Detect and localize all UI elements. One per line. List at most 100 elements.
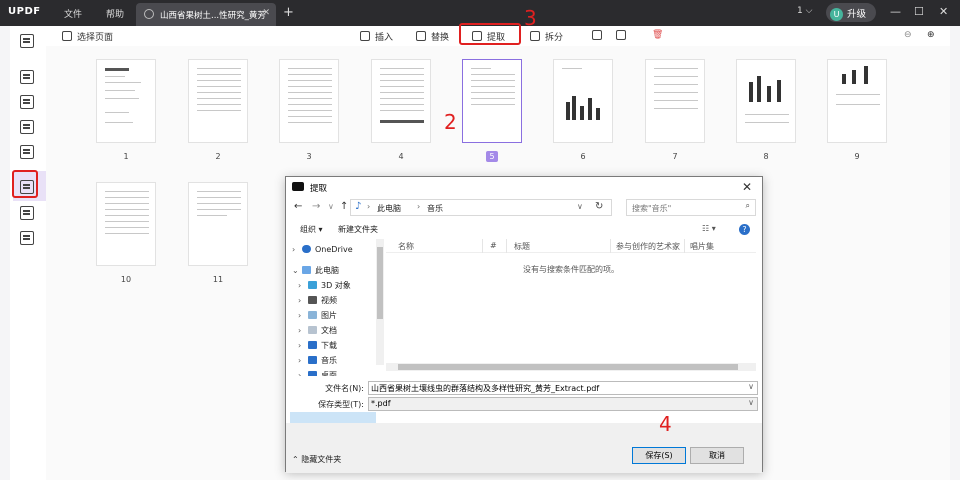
filetype-row: 保存类型(T): *.pdf ∨	[286, 397, 762, 411]
page-thumbnail-4[interactable]	[371, 59, 431, 143]
page-thumbnail-6[interactable]	[553, 59, 613, 143]
zoom-out-icon[interactable]: ⊖	[904, 30, 912, 40]
organize-menu[interactable]: 组织 ▾	[300, 224, 323, 235]
page-thumbnail-7[interactable]	[645, 59, 705, 143]
close-window-icon[interactable]: ✕	[939, 5, 948, 18]
close-icon[interactable]: ✕	[742, 180, 752, 194]
tree-item-documents[interactable]: › 文档	[298, 325, 337, 336]
avatar: U	[830, 8, 843, 21]
page-label-6: 6	[580, 152, 586, 161]
chevron-down-icon: ⌵	[805, 6, 813, 16]
menu-help[interactable]: 帮助	[106, 7, 124, 20]
reader-icon[interactable]	[20, 34, 34, 48]
tree-scrollbar[interactable]	[376, 239, 384, 365]
refresh-icon[interactable]: ↻	[595, 201, 603, 212]
chevron-down-icon: ∨	[748, 382, 754, 391]
column-album[interactable]: 唱片集	[690, 241, 714, 252]
upgrade-button[interactable]: U 升级	[826, 3, 876, 22]
cloud-icon	[144, 9, 154, 19]
music-icon	[308, 356, 317, 364]
tree-item-this-pc[interactable]: ⌄ 此电脑	[292, 265, 339, 276]
add-tab-icon[interactable]: +	[283, 5, 294, 20]
breadcrumb-music[interactable]: 音乐	[427, 203, 443, 214]
insert-button[interactable]: 插入	[360, 30, 393, 43]
filename-field[interactable]: 山西省果树土壤线虫的群落结构及多样性研究_黄芳_Extract.pdf ∨	[368, 381, 758, 395]
app-icon	[292, 182, 304, 191]
filetype-label: 保存类型(T):	[318, 400, 364, 409]
video-icon	[308, 296, 317, 304]
breadcrumb-this-pc[interactable]: 此电脑	[377, 203, 401, 214]
tree-item-videos[interactable]: › 视频	[298, 295, 337, 306]
sign-icon[interactable]	[20, 145, 34, 159]
zoom-in-icon[interactable]: ⊕	[927, 30, 935, 40]
search-input[interactable]: 搜索"音乐" ⌕	[626, 199, 756, 216]
recent-dropdown-icon[interactable]: ∨	[328, 202, 334, 211]
chevron-up-icon: ⌃	[292, 455, 299, 464]
tree-item-music[interactable]: › 音乐	[298, 355, 337, 366]
document-tab[interactable]: 山西省果树土...性研究_黄芳 ✕	[136, 3, 276, 26]
page-thumbnail-8[interactable]	[736, 59, 796, 143]
up-icon[interactable]: ↑	[340, 201, 348, 212]
rotate-left-icon[interactable]	[592, 30, 607, 42]
select-pages-icon	[62, 31, 72, 41]
select-pages-button[interactable]: 选择页面	[62, 30, 113, 43]
page-label-10: 10	[120, 275, 132, 284]
folder-tree: › OneDrive ⌄ 此电脑 › 3D 对象 › 视频 › 图片 › 文档 › 下载 › 音…	[288, 239, 386, 428]
page-thumbnail-3[interactable]	[279, 59, 339, 143]
forward-icon[interactable]: →	[312, 201, 320, 212]
rotate-right-icon[interactable]	[616, 30, 631, 42]
download-icon	[308, 341, 317, 349]
split-button[interactable]: 拆分	[530, 30, 563, 43]
page-thumbnail-5[interactable]	[462, 59, 522, 143]
view-options-icon[interactable]: ☷ ▾	[702, 224, 716, 233]
document-icon	[308, 326, 317, 334]
tree-item-downloads[interactable]: › 下载	[298, 340, 337, 351]
column-artist[interactable]: 参与创作的艺术家	[616, 241, 680, 252]
tree-item-pictures[interactable]: › 图片	[298, 310, 337, 321]
form-icon[interactable]	[20, 120, 34, 134]
help-icon[interactable]: ?	[739, 224, 750, 235]
crop-icon[interactable]	[20, 206, 34, 220]
tools-icon[interactable]	[20, 231, 34, 245]
page-label-11: 11	[212, 275, 224, 284]
cloud-icon	[302, 245, 311, 253]
page-thumbnail-9[interactable]	[827, 59, 887, 143]
maximize-icon[interactable]: ☐	[914, 5, 924, 18]
delete-icon[interactable]: 🗑	[652, 30, 663, 40]
back-icon[interactable]: ←	[294, 201, 302, 212]
page-thumbnail-2[interactable]	[188, 59, 248, 143]
app-logo: UPDF	[8, 6, 41, 17]
filetype-select[interactable]: *.pdf ∨	[368, 397, 758, 411]
page-label-1: 1	[123, 152, 129, 161]
annotation-3: 3	[524, 6, 537, 30]
save-button[interactable]: 保存(S)	[632, 447, 686, 464]
command-bar: 组织 ▾ 新建文件夹 ☷ ▾ ?	[286, 221, 762, 239]
tree-item-onedrive[interactable]: › OneDrive	[292, 245, 353, 254]
cube-icon	[308, 281, 317, 289]
empty-list-message: 没有与搜索条件匹配的项。	[523, 265, 619, 274]
page-thumbnail-10[interactable]	[96, 182, 156, 266]
list-scrollbar[interactable]	[386, 363, 756, 371]
minimize-icon[interactable]: —	[890, 5, 901, 18]
edit-icon[interactable]	[20, 95, 34, 109]
page-thumbnail-11[interactable]	[188, 182, 248, 266]
tree-item-desktop[interactable]: › 桌面	[298, 370, 337, 376]
hide-folders-toggle[interactable]: ⌃ 隐藏文件夹	[292, 454, 341, 465]
comment-icon[interactable]	[20, 70, 34, 84]
page-thumbnail-1[interactable]	[96, 59, 156, 143]
new-folder-button[interactable]: 新建文件夹	[338, 224, 378, 235]
cancel-button[interactable]: 取消	[690, 447, 744, 464]
column-number[interactable]: #	[490, 241, 497, 250]
left-sidebar	[10, 26, 47, 480]
filename-row: 文件名(N): 山西省果树土壤线虫的群落结构及多样性研究_黄芳_Extract.…	[286, 381, 762, 395]
annotation-4: 4	[659, 412, 672, 436]
tree-item-3d-objects[interactable]: › 3D 对象	[298, 280, 351, 291]
page-counter[interactable]: 1 ⌵	[797, 6, 812, 16]
chevron-down-icon[interactable]: ∨	[577, 202, 583, 211]
replace-button[interactable]: 替换	[416, 30, 449, 43]
column-name[interactable]: 名称	[398, 241, 414, 252]
address-bar[interactable]: ♪ › 此电脑 › 音乐 ∨ ↻	[350, 199, 612, 216]
close-tab-icon[interactable]: ✕	[262, 8, 270, 18]
menu-file[interactable]: 文件	[64, 7, 82, 20]
column-title[interactable]: 标题	[514, 241, 530, 252]
